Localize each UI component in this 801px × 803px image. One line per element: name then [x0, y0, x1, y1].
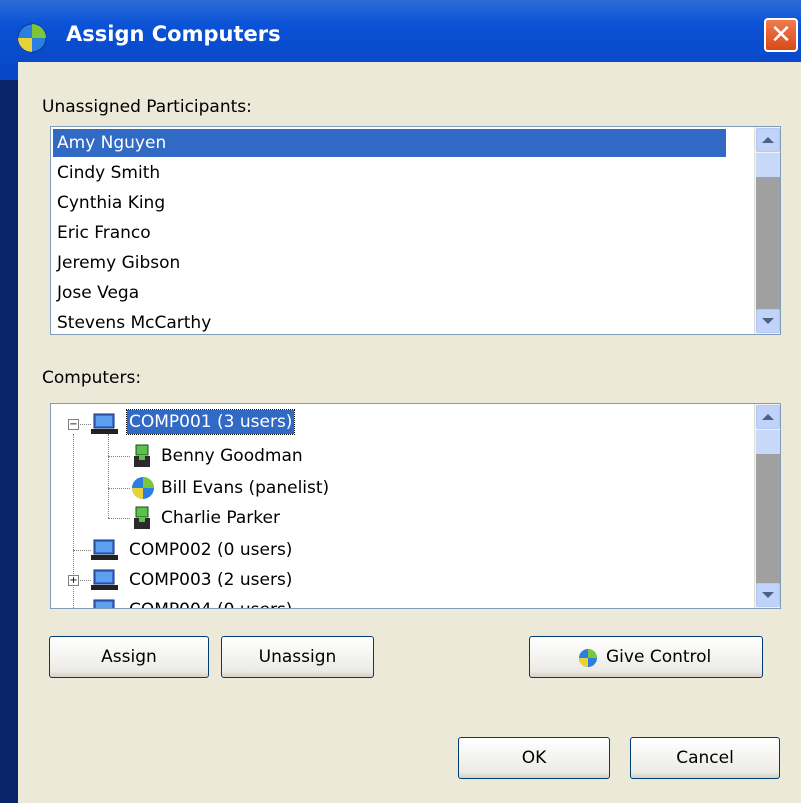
app-globe-icon [17, 23, 47, 53]
computer-node-comp004[interactable]: COMP004 (0 users) [129, 598, 292, 608]
scroll-track[interactable] [756, 177, 780, 310]
participant-item[interactable]: Eric Franco [53, 219, 726, 247]
close-button[interactable]: ✕ [764, 18, 798, 52]
globe-icon [579, 649, 597, 667]
scroll-thumb[interactable] [756, 430, 780, 454]
unassigned-participants-list[interactable]: Amy Nguyen Cindy Smith Cynthia King Eric Fr… [50, 126, 781, 335]
participant-item[interactable]: Stevens McCarthy [53, 309, 726, 334]
tree-child-line [108, 434, 109, 518]
close-icon: ✕ [770, 20, 792, 50]
cancel-button[interactable]: Cancel [630, 737, 780, 779]
computers-tree[interactable]: − COMP001 (3 users) Benny Goodman Bill E… [50, 403, 781, 609]
arrow-down-icon [762, 592, 774, 598]
user-node-charlie-parker[interactable]: Charlie Parker [161, 506, 280, 530]
arrow-up-icon [762, 414, 774, 420]
window-title: Assign Computers [66, 22, 281, 46]
computer-icon [91, 539, 118, 560]
scroll-thumb[interactable] [756, 153, 780, 177]
computer-icon [93, 599, 115, 608]
computer-node-comp003[interactable]: COMP003 (2 users) [129, 568, 292, 592]
unassign-button[interactable]: Unassign [221, 636, 374, 678]
participant-item[interactable]: Jose Vega [53, 279, 726, 307]
participant-item[interactable]: Cindy Smith [53, 159, 726, 187]
participant-item[interactable]: Amy Nguyen [53, 129, 726, 157]
expand-toggle[interactable]: + [68, 575, 79, 586]
computers-label: Computers: [42, 368, 142, 388]
user-icon [134, 506, 150, 529]
user-icon [134, 444, 150, 467]
participants-scrollbar[interactable] [754, 127, 780, 334]
tree-branch [108, 456, 130, 457]
computer-node-comp001[interactable]: COMP001 (3 users) [125, 409, 296, 435]
computers-scrollbar[interactable] [754, 404, 780, 608]
ok-button[interactable]: OK [458, 737, 610, 779]
computer-icon [91, 569, 118, 590]
user-node-benny-goodman[interactable]: Benny Goodman [161, 444, 303, 468]
tree-branch [108, 518, 130, 519]
tree-branch [108, 488, 130, 489]
tree-branch [78, 580, 91, 581]
scroll-up-button[interactable] [756, 128, 780, 152]
give-control-label: Give Control [606, 647, 712, 667]
assign-button[interactable]: Assign [49, 636, 209, 678]
arrow-up-icon [762, 137, 774, 143]
panelist-globe-icon [132, 477, 154, 499]
scroll-down-button[interactable] [756, 309, 780, 333]
user-node-bill-evans[interactable]: Bill Evans (panelist) [161, 476, 329, 500]
tree-branch [78, 424, 91, 425]
computer-icon [91, 413, 118, 434]
give-control-button[interactable]: Give Control [529, 636, 763, 678]
participant-item[interactable]: Jeremy Gibson [53, 249, 726, 277]
participant-item[interactable]: Cynthia King [53, 189, 726, 217]
computer-node-comp002[interactable]: COMP002 (0 users) [129, 538, 292, 562]
scroll-track[interactable] [756, 454, 780, 584]
dialog-body: Unassigned Participants: Amy Nguyen Cindy… [18, 62, 801, 803]
assign-computers-dialog: Assign Computers ✕ Unassigned Participan… [0, 0, 801, 803]
tree-branch [73, 550, 91, 551]
scroll-down-button[interactable] [756, 583, 780, 607]
unassigned-participants-label: Unassigned Participants: [42, 97, 252, 117]
collapse-toggle[interactable]: − [68, 419, 79, 430]
arrow-down-icon [762, 318, 774, 324]
scroll-up-button[interactable] [756, 405, 780, 429]
